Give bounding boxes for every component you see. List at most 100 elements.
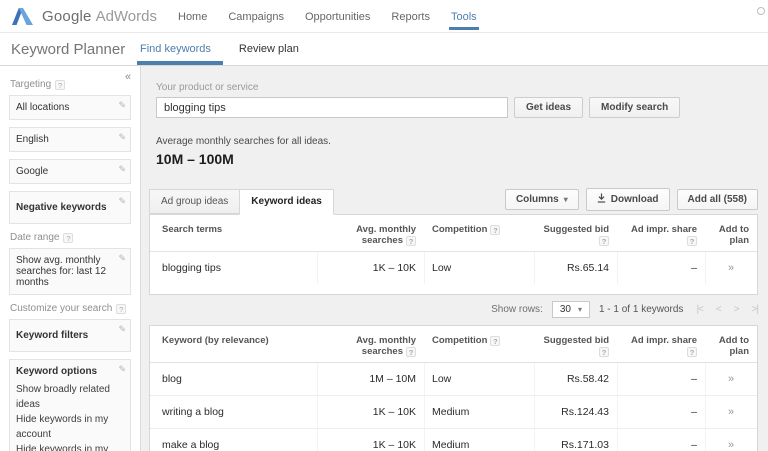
add-to-plan-button[interactable]: » (705, 363, 757, 395)
add-chevrons-icon[interactable]: » (728, 439, 734, 451)
help-icon[interactable]: ? (599, 347, 609, 357)
add-to-plan-button[interactable]: » (705, 252, 757, 284)
help-icon[interactable]: ? (687, 347, 697, 357)
table-cell-term: blogging tips (162, 262, 221, 274)
edit-pencil-icon[interactable]: ✎ (118, 132, 126, 143)
help-icon[interactable]: ? (63, 232, 74, 243)
edit-pencil-icon[interactable]: ✎ (118, 324, 126, 335)
nav-item-campaigns[interactable]: Campaigns (226, 0, 286, 32)
sidebar-item-keyword-options[interactable]: Keyword options ✎ Show broadly related i… (9, 359, 131, 451)
pagination-controls: |< < > >| (696, 304, 760, 315)
columns-dropdown[interactable]: Columns ▾ (504, 189, 579, 210)
help-icon[interactable]: ? (490, 225, 501, 235)
edit-pencil-icon[interactable]: ✎ (118, 364, 126, 375)
add-all-button[interactable]: Add all (558) (676, 189, 758, 210)
ad-impr-header-label: Ad impr. share (631, 224, 697, 235)
account-circle-icon[interactable] (757, 7, 765, 15)
toolbar-buttons: Columns ▾ Download Add all (558) (504, 188, 758, 214)
edit-pencil-icon[interactable]: ✎ (118, 253, 126, 264)
show-rows-select[interactable]: 30 ▾ (551, 301, 590, 318)
tab-review-plan[interactable]: Review plan (239, 33, 303, 65)
help-icon[interactable]: ? (406, 236, 416, 246)
content: « Targeting ? All locations ✎ English ✎ … (0, 66, 768, 451)
table-cell-searches: 1M – 10M (317, 363, 424, 395)
date-range-heading-label: Date range (10, 232, 60, 243)
help-icon[interactable]: ? (687, 236, 697, 246)
results-toolbar: Ad group ideas Keyword ideas Columns ▾ D… (149, 188, 768, 215)
col-header-suggested-bid[interactable]: Suggested bid? (534, 326, 617, 363)
help-icon[interactable]: ? (599, 236, 609, 246)
col-header-suggested-bid[interactable]: Suggested bid? (534, 215, 617, 252)
modify-search-button[interactable]: Modify search (589, 97, 681, 118)
table-cell-impr-share: – (617, 363, 705, 395)
main-panel: Your product or service Get ideas Modify… (141, 66, 768, 451)
tab-find-keywords[interactable]: Find keywords (137, 33, 223, 65)
page-range-text: 1 - 1 of 1 keywords (598, 304, 684, 315)
add-to-plan-button[interactable]: » (705, 428, 757, 451)
competition-header-label: Competition (432, 335, 488, 346)
product-service-input[interactable] (156, 97, 508, 118)
col-header-search-terms[interactable]: Search terms (150, 215, 317, 252)
help-icon[interactable]: ? (490, 336, 501, 346)
nav-item-opportunities[interactable]: Opportunities (303, 0, 372, 32)
prev-page-icon[interactable]: < (716, 304, 722, 315)
sidebar-item-negative-keywords[interactable]: Negative keywords ✎ (9, 191, 131, 224)
get-ideas-button[interactable]: Get ideas (514, 97, 584, 118)
sidebar-item-all-locations[interactable]: All locations ✎ (9, 95, 131, 120)
search-terms-card: Search terms Avg. monthly searches? Comp… (149, 214, 758, 295)
option-hide-account-keywords[interactable]: Hide keywords in my account (16, 412, 114, 442)
main-nav-menu: Home Campaigns Opportunities Reports Too… (176, 0, 496, 32)
chevron-down-icon: ▾ (577, 305, 582, 314)
help-icon[interactable]: ? (116, 303, 127, 314)
add-chevrons-icon[interactable]: » (728, 373, 734, 385)
keyword-ideas-table: Keyword (by relevance) Avg. monthly sear… (150, 326, 757, 451)
table-cell-bid: Rs.171.03 (534, 428, 617, 451)
search-row: Get ideas Modify search (156, 97, 768, 118)
col-header-ad-impr-share[interactable]: Ad impr. share? (617, 326, 705, 363)
keyword-filters-label: Keyword filters (16, 330, 89, 341)
targeting-heading: Targeting ? (10, 79, 131, 90)
nav-item-tools[interactable]: Tools (448, 0, 479, 32)
option-broadly-related[interactable]: Show broadly related ideas (16, 382, 114, 412)
first-page-icon[interactable]: |< (696, 304, 704, 315)
sidebar-item-language[interactable]: English ✎ (9, 127, 131, 152)
adwords-logo[interactable]: Google AdWords (12, 7, 157, 25)
page-title: Keyword Planner (11, 41, 126, 58)
keyword-ideas-card: Keyword (by relevance) Avg. monthly sear… (149, 325, 758, 451)
tab-ad-group-ideas[interactable]: Ad group ideas (149, 189, 241, 214)
tab-keyword-ideas[interactable]: Keyword ideas (239, 189, 334, 215)
table-cell-searches: 1K – 10K (317, 252, 424, 284)
show-rows-label: Show rows: (491, 304, 543, 315)
sidebar-item-date-range[interactable]: Show avg. monthly searches for: last 12 … (9, 248, 131, 295)
last-page-icon[interactable]: >| (752, 304, 760, 315)
add-chevrons-icon[interactable]: » (728, 262, 734, 274)
sidebar-item-network[interactable]: Google ✎ (9, 159, 131, 184)
col-header-add-to-plan: Add to plan (705, 215, 757, 252)
col-header-avg-monthly-searches[interactable]: Avg. monthly searches? (317, 215, 424, 252)
brand-google: Google (42, 7, 92, 25)
option-hide-plan-keywords[interactable]: Hide keywords in my plan (16, 442, 114, 451)
columns-label: Columns (515, 194, 559, 205)
sidebar-item-keyword-filters[interactable]: Keyword filters ✎ (9, 319, 131, 352)
next-page-icon[interactable]: > (734, 304, 740, 315)
download-button[interactable]: Download (585, 188, 670, 211)
help-icon[interactable]: ? (406, 347, 416, 357)
add-to-plan-button[interactable]: » (705, 395, 757, 428)
col-header-avg-monthly-searches[interactable]: Avg. monthly searches? (317, 326, 424, 363)
col-header-competition[interactable]: Competition? (424, 215, 534, 252)
edit-pencil-icon[interactable]: ✎ (118, 196, 126, 207)
col-header-keyword-relevance[interactable]: Keyword (by relevance) (150, 326, 317, 363)
help-icon[interactable]: ? (55, 79, 66, 90)
nav-item-home[interactable]: Home (176, 0, 209, 32)
negative-keywords-label: Negative keywords (16, 202, 107, 213)
col-header-competition[interactable]: Competition? (424, 326, 534, 363)
search-terms-table: Search terms Avg. monthly searches? Comp… (150, 215, 757, 284)
edit-pencil-icon[interactable]: ✎ (118, 164, 126, 175)
add-chevrons-icon[interactable]: » (728, 406, 734, 418)
brand-adwords: AdWords (95, 7, 157, 25)
sidebar-collapse-button[interactable]: « (125, 71, 131, 83)
edit-pencil-icon[interactable]: ✎ (118, 100, 126, 111)
col-header-ad-impr-share[interactable]: Ad impr. share? (617, 215, 705, 252)
table-cell-bid: Rs.65.14 (534, 252, 617, 284)
nav-item-reports[interactable]: Reports (389, 0, 432, 32)
